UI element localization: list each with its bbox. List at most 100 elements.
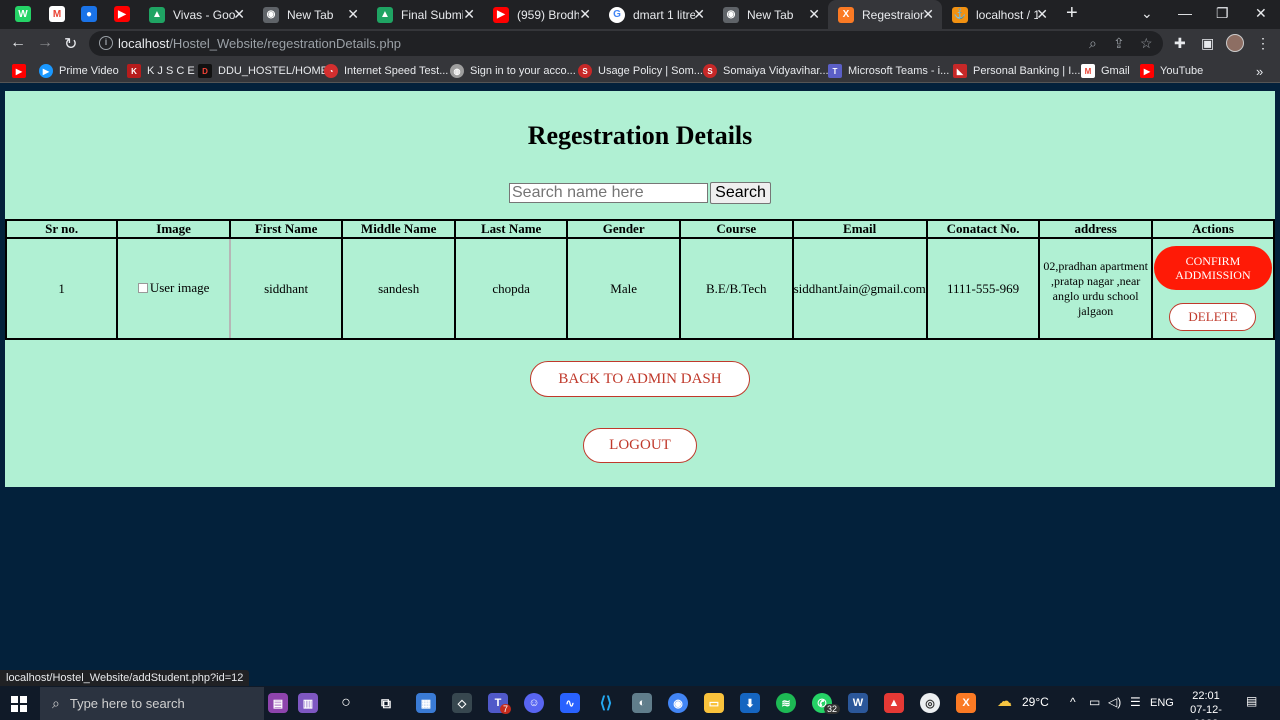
browser-tab[interactable]: ▶ (959) Brodha ✕ bbox=[483, 0, 599, 29]
app-icon[interactable]: ∿ bbox=[560, 693, 580, 713]
profile-avatar[interactable] bbox=[1226, 34, 1244, 52]
bookmark-item[interactable]: KK J S C E bbox=[127, 63, 195, 79]
reload-icon[interactable]: ↻ bbox=[64, 34, 77, 54]
search-button[interactable]: Search bbox=[710, 182, 771, 204]
installer-icon[interactable]: ⬇ bbox=[740, 693, 760, 713]
volume-icon[interactable]: ◁) bbox=[1108, 695, 1121, 709]
close-icon[interactable]: ✕ bbox=[1036, 6, 1048, 23]
prime-video-icon: ▶ bbox=[39, 64, 53, 78]
xampp-icon[interactable]: X bbox=[956, 693, 976, 713]
youtube-pinned-tab-icon[interactable]: ▶ bbox=[114, 6, 130, 22]
browser-tab[interactable]: ▲ Vivas - Googl ✕ bbox=[139, 0, 253, 29]
taskbar-clock[interactable]: 22:01 07-12-2022 bbox=[1178, 689, 1234, 720]
column-header: address bbox=[1038, 219, 1153, 239]
tab-search-chevron-icon[interactable]: ⌄ bbox=[1141, 5, 1153, 22]
drive-icon: ▲ bbox=[149, 6, 165, 23]
back-arrow-icon[interactable]: ← bbox=[10, 34, 26, 52]
link-status-bar: localhost/Hostel_Website/addStudent.php?… bbox=[0, 670, 250, 686]
tab-title: Regestraion D bbox=[862, 7, 924, 22]
clipchamp-icon[interactable]: ▤ bbox=[268, 693, 288, 713]
close-icon[interactable]: ✕ bbox=[579, 6, 591, 23]
unity-icon[interactable]: ◇ bbox=[452, 693, 472, 713]
bookmark-item[interactable]: D DDU_HOSTEL/HOME bbox=[198, 63, 328, 79]
language-indicator[interactable]: ENG bbox=[1150, 697, 1174, 709]
weather-temp[interactable]: 29°C bbox=[1022, 695, 1049, 709]
bookmark-item[interactable]: ▶ YouTube bbox=[1140, 63, 1203, 79]
chrome-icon[interactable]: ◉ bbox=[668, 693, 688, 713]
close-icon[interactable]: ✕ bbox=[808, 6, 820, 23]
network-icon[interactable]: ☰ bbox=[1130, 695, 1141, 709]
gender-cell: Male bbox=[566, 237, 681, 340]
whatsapp-pinned-tab-icon[interactable]: W bbox=[15, 6, 31, 22]
tab-title: Final Submiss bbox=[401, 7, 463, 22]
explorer-store-icon[interactable]: ▦ bbox=[416, 693, 436, 713]
bookmark-star-icon[interactable]: ☆ bbox=[1140, 35, 1153, 52]
site-info-icon[interactable]: i bbox=[99, 36, 113, 50]
bookmark-item[interactable]: ▶ Prime Video bbox=[39, 63, 119, 79]
bookmark-item[interactable]: T Microsoft Teams - i... bbox=[828, 63, 949, 79]
browser-tab[interactable]: ◉ New Tab ✕ bbox=[713, 0, 828, 29]
close-icon[interactable]: ✕ bbox=[347, 6, 359, 23]
browser-tab-active[interactable]: X Regestraion D ✕ bbox=[828, 0, 942, 29]
windows-taskbar: ⌕ Type here to search ▤ ▥ ○ ⧉ ▦ ◇ T 7 ☺ … bbox=[0, 686, 1280, 720]
file-explorer-icon[interactable]: ▭ bbox=[704, 693, 724, 713]
minimize-icon[interactable]: — bbox=[1178, 5, 1192, 21]
word-icon[interactable]: W bbox=[848, 693, 868, 713]
bookmark-item[interactable]: ◔ Internet Speed Test... bbox=[324, 63, 448, 79]
back-to-admin-dash-button[interactable]: BACK TO ADMIN DASH bbox=[530, 361, 750, 397]
gmail-pinned-tab-icon[interactable]: M bbox=[49, 6, 65, 22]
delete-button[interactable]: DELETE bbox=[1169, 303, 1257, 331]
confirm-admission-button[interactable]: CONFIRM ADDMISSION bbox=[1153, 246, 1272, 290]
new-tab-plus-icon[interactable]: + bbox=[1066, 2, 1078, 25]
close-icon[interactable]: ✕ bbox=[693, 6, 705, 23]
bookmark-item[interactable]: S Usage Policy | Som... bbox=[578, 63, 703, 79]
close-icon[interactable]: ✕ bbox=[922, 6, 934, 23]
bookmark-item[interactable]: ◣ Personal Banking | I... bbox=[953, 63, 1080, 79]
task-view-icon[interactable]: ⧉ bbox=[376, 693, 396, 713]
spotify-icon[interactable]: ≋ bbox=[776, 693, 796, 713]
maximize-icon[interactable]: ❐ bbox=[1216, 5, 1229, 22]
discord-icon[interactable]: ☺ bbox=[524, 693, 544, 713]
close-icon[interactable]: ✕ bbox=[463, 6, 475, 23]
logout-button[interactable]: LOGOUT bbox=[583, 428, 697, 463]
column-header: First Name bbox=[228, 219, 344, 239]
cortana-circle-icon[interactable]: ○ bbox=[336, 693, 356, 713]
browser-tab[interactable]: ◉ New Tab ✕ bbox=[253, 0, 367, 29]
bookmarks-overflow-chevron-icon[interactable]: » bbox=[1256, 63, 1263, 79]
middle-name-cell: sandesh bbox=[341, 237, 456, 340]
windows-start-icon[interactable] bbox=[11, 696, 27, 712]
address-bar[interactable]: i localhost/Hostel_Website/regestrationD… bbox=[89, 31, 1163, 56]
notes-icon[interactable]: ▥ bbox=[298, 693, 318, 713]
search-input[interactable] bbox=[509, 183, 708, 203]
vscode-icon[interactable]: ⟨⟩ bbox=[596, 693, 616, 713]
url-text: localhost/Hostel_Website/regestrationDet… bbox=[118, 36, 402, 51]
browser-tab[interactable]: ⚓ localhost / 12 ✕ bbox=[942, 0, 1056, 29]
column-header: Image bbox=[116, 219, 231, 239]
browser-tab[interactable]: ▲ Final Submiss ✕ bbox=[367, 0, 483, 29]
column-header: Gender bbox=[566, 219, 681, 239]
app-icon[interactable]: ◐ bbox=[632, 693, 652, 713]
forward-arrow-icon[interactable]: → bbox=[37, 34, 53, 52]
bookmark-item[interactable]: M Gmail bbox=[1081, 63, 1130, 79]
menu-kebab-icon[interactable]: ⋮ bbox=[1256, 35, 1270, 52]
tray-chevron-icon[interactable]: ^ bbox=[1070, 695, 1076, 709]
extensions-puzzle-icon[interactable]: ✚ bbox=[1174, 35, 1186, 52]
share-icon[interactable]: ⇪ bbox=[1113, 35, 1125, 52]
side-panel-icon[interactable]: ▣ bbox=[1201, 35, 1214, 52]
close-icon[interactable]: ✕ bbox=[233, 6, 245, 23]
somaiya-icon: S bbox=[703, 64, 717, 78]
taskbar-search-box[interactable]: ⌕ Type here to search bbox=[40, 687, 264, 720]
contacts-pinned-tab-icon[interactable]: ● bbox=[81, 6, 97, 22]
notification-icon[interactable]: ▤ bbox=[1246, 694, 1257, 708]
bookmark-youtube-item[interactable]: ▶ bbox=[12, 63, 32, 79]
obs-icon[interactable]: ◎ bbox=[920, 693, 940, 713]
bookmark-item[interactable]: ◍ Sign in to your acco... bbox=[450, 63, 576, 79]
teams-icon: T bbox=[828, 64, 842, 78]
browser-tab[interactable]: G dmart 1 litre ✕ bbox=[599, 0, 713, 29]
acrobat-icon[interactable]: ▲ bbox=[884, 693, 904, 713]
bookmark-item[interactable]: S Somaiya Vidyavihar... bbox=[703, 63, 829, 79]
clock-time: 22:01 bbox=[1192, 690, 1220, 702]
battery-icon[interactable]: ▭ bbox=[1089, 695, 1100, 709]
window-close-icon[interactable]: ✕ bbox=[1255, 5, 1267, 22]
zoom-icon[interactable]: ⌕ bbox=[1089, 35, 1097, 52]
